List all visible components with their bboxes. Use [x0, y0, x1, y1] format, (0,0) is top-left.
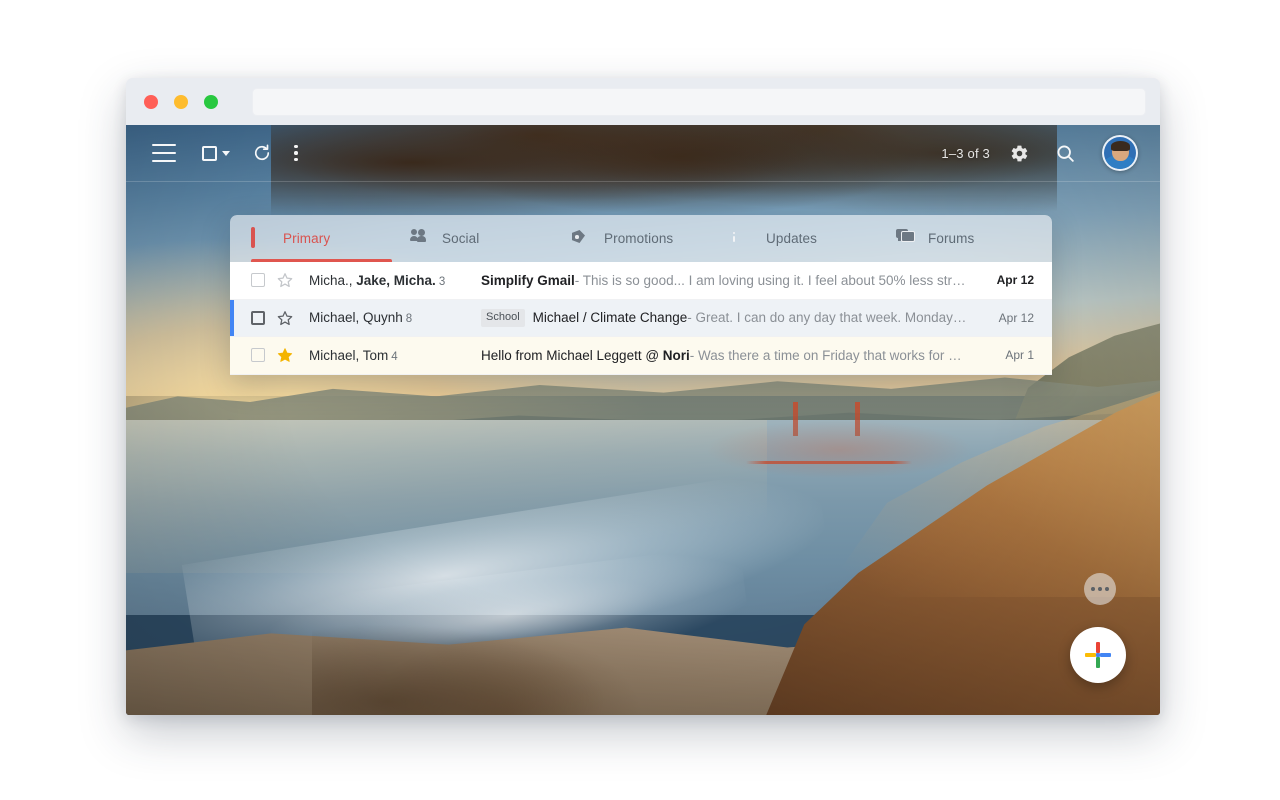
background-photo — [126, 125, 1160, 715]
star-icon[interactable] — [277, 310, 293, 326]
gmail-toolbar: 1–3 of 3 — [126, 125, 1160, 182]
senders-bold: Jake, Micha. — [356, 272, 436, 288]
tag-icon — [572, 229, 591, 248]
subject-and-snippet: Simplify Gmail - This is so good... I am… — [481, 273, 968, 288]
google-plus-compose-icon — [1085, 642, 1111, 668]
more-horizontal-icon[interactable] — [1084, 573, 1116, 605]
tab-promotions[interactable]: Promotions — [572, 215, 734, 262]
compose-button[interactable] — [1070, 627, 1126, 683]
snippet: - Great. I can do any day that week. Mon… — [687, 310, 968, 326]
snippet: - Was there a time on Friday that works … — [689, 347, 968, 363]
row-active-accent — [230, 299, 234, 336]
senders: Micha., Jake, Micha. 3 — [309, 273, 481, 288]
tab-label: Updates — [766, 231, 817, 246]
row-checkbox[interactable] — [251, 273, 265, 288]
star-icon-filled[interactable] — [277, 347, 293, 363]
checkbox-icon — [202, 145, 217, 161]
senders: Michael, Tom 4 — [309, 348, 481, 363]
tab-primary[interactable]: Primary — [230, 215, 410, 262]
avatar[interactable] — [1102, 135, 1138, 171]
table-row[interactable]: Michael, Tom 4 Hello from Michael Leggett… — [230, 337, 1052, 375]
search-glyph — [1057, 144, 1074, 162]
senders: Michael, Quynh 8 — [309, 310, 481, 325]
row-checkbox[interactable] — [251, 348, 265, 363]
subject: Simplify Gmail — [481, 272, 575, 288]
tab-label: Primary — [283, 231, 331, 246]
subject: Hello from Michael Leggett @ Nori — [481, 348, 690, 363]
browser-window: 1–3 of 3 Primary Social Promotions Updat… — [126, 78, 1160, 715]
select-all-button[interactable] — [202, 145, 230, 161]
maximize-window-button[interactable] — [204, 94, 218, 109]
tab-forums[interactable]: Forums — [896, 215, 1052, 262]
tab-label: Forums — [928, 231, 975, 246]
sender-count: 3 — [438, 275, 446, 288]
tab-label: Social — [442, 231, 480, 246]
message-count-label: 1–3 of 3 — [941, 145, 990, 161]
table-row[interactable]: Micha., Jake, Micha. 3 Simplify Gmail - T… — [230, 262, 1052, 300]
info-icon — [734, 229, 753, 248]
tab-updates[interactable]: Updates — [734, 215, 896, 262]
senders-plain: Michael, Tom — [309, 347, 389, 363]
address-bar-input[interactable] — [252, 87, 1146, 116]
senders-plain: Michael, Quynh — [309, 310, 403, 326]
label-chip[interactable]: School — [481, 308, 525, 327]
inbox-icon — [251, 227, 270, 248]
row-date: Apr 1 — [1005, 348, 1034, 363]
table-row[interactable]: Michael, Quynh 8 School Michael / Climate… — [230, 299, 1052, 337]
subject-highlight: Nori — [662, 347, 690, 363]
hamburger-menu-icon[interactable] — [152, 144, 176, 162]
browser-chrome — [126, 78, 1160, 125]
more-vertical-icon[interactable] — [294, 144, 298, 162]
sender-count: 8 — [405, 313, 413, 326]
senders-plain: Micha., — [309, 272, 357, 288]
subject-and-snippet: Hello from Michael Leggett @ Nori - Was … — [481, 348, 968, 363]
email-list: Micha., Jake, Micha. 3 Simplify Gmail - T… — [230, 262, 1052, 375]
row-checkbox[interactable] — [251, 310, 265, 325]
gear-glyph — [1011, 145, 1028, 161]
forum-icon — [896, 229, 916, 248]
row-date: Apr 12 — [996, 273, 1034, 288]
row-date: Apr 12 — [998, 310, 1034, 325]
close-window-button[interactable] — [144, 94, 158, 109]
subject-prefix: Hello from Michael Leggett @ — [481, 347, 663, 363]
gear-icon[interactable] — [1010, 144, 1029, 163]
minimize-window-button[interactable] — [174, 94, 188, 109]
sender-count: 4 — [391, 350, 398, 363]
window-controls — [144, 94, 218, 109]
refresh-icon[interactable] — [252, 143, 272, 163]
people-icon — [410, 229, 429, 248]
refresh-glyph — [254, 144, 270, 161]
snippet: - This is so good... I am loving using i… — [574, 272, 968, 288]
tab-label: Promotions — [604, 231, 674, 246]
tab-social[interactable]: Social — [410, 215, 572, 262]
subject-and-snippet: School Michael / Climate Change - Great.… — [481, 308, 968, 327]
search-icon[interactable] — [1055, 143, 1076, 164]
star-icon[interactable] — [277, 272, 293, 288]
chevron-down-icon — [222, 150, 230, 156]
mail-card: Primary Social Promotions Updates Forums… — [230, 215, 1052, 375]
gmail-app-viewport: 1–3 of 3 Primary Social Promotions Updat… — [126, 125, 1160, 715]
category-tabs: Primary Social Promotions Updates Forums — [230, 215, 1052, 262]
subject: Michael / Climate Change — [532, 310, 688, 326]
